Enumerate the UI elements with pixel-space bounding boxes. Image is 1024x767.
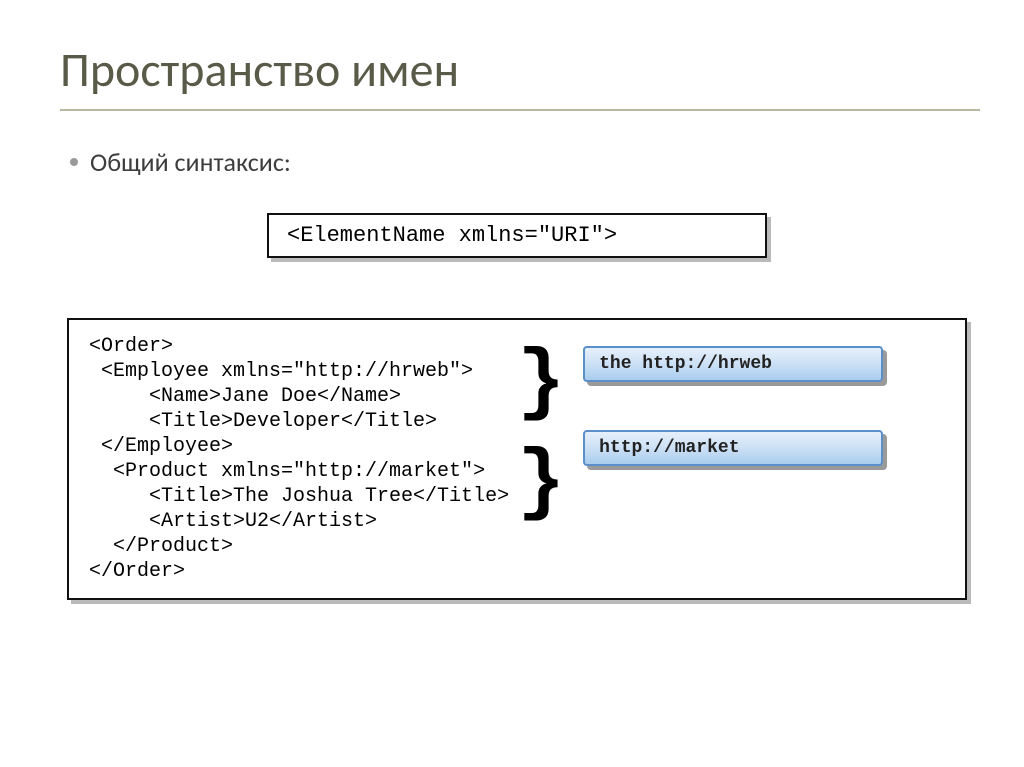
syntax-code: <ElementName xmlns="URI">	[287, 223, 617, 248]
brace-icon: }	[517, 434, 565, 534]
code-line: <Employee xmlns="http://hrweb">	[89, 359, 509, 384]
bullet-icon	[70, 158, 78, 166]
code-line: <Artist>U2</Artist>	[89, 509, 509, 534]
bullet-text: Общий синтаксис:	[90, 146, 291, 178]
code-line: <Title>The Joshua Tree</Title>	[89, 484, 509, 509]
code-line: <Title>Developer</Title>	[89, 409, 509, 434]
code-line: <Order>	[89, 334, 509, 359]
label-column: the http://hrweb http://market	[565, 334, 883, 584]
namespace-label-market: http://market	[583, 430, 883, 466]
namespace-label-text: http://market	[583, 430, 883, 466]
slide: Пространство имен Общий синтаксис: <Elem…	[0, 0, 1024, 767]
code-line: </Product>	[89, 534, 509, 559]
code-column: <Order> <Employee xmlns="http://hrweb"> …	[89, 334, 509, 584]
code-line: <Product xmlns="http://market">	[89, 459, 509, 484]
title-underline	[60, 109, 980, 111]
code-line: <Name>Jane Doe</Name>	[89, 384, 509, 409]
example-box: <Order> <Employee xmlns="http://hrweb"> …	[67, 318, 967, 600]
bullet-row: Общий синтаксис:	[70, 146, 974, 178]
namespace-label-hrweb: the http://hrweb	[583, 346, 883, 382]
syntax-box: <ElementName xmlns="URI">	[267, 213, 767, 258]
slide-title: Пространство имен	[60, 40, 974, 99]
code-line: </Employee>	[89, 434, 509, 459]
brace-icon: }	[517, 334, 565, 434]
code-line: </Order>	[89, 559, 509, 584]
namespace-label-text: the http://hrweb	[583, 346, 883, 382]
brace-column: } }	[509, 334, 565, 584]
